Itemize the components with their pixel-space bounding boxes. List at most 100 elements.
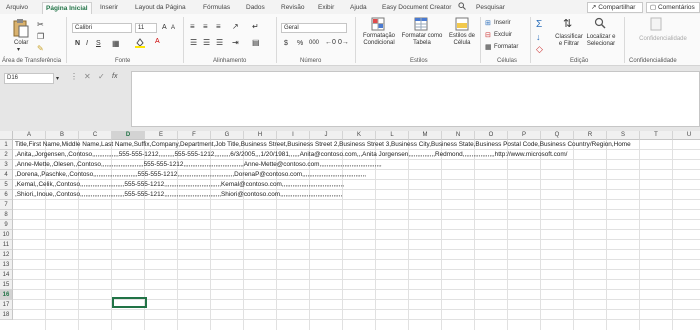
format-as-table-button[interactable]: Formatar como <box>400 33 444 40</box>
cell-a3[interactable]: ,Anne-Mette,,Olesen,,Contoso,,,,,,,,,,,,… <box>15 160 382 170</box>
row-header-12[interactable]: 12 <box>0 250 13 260</box>
sort-filter-icon[interactable]: ⇅ <box>563 17 572 30</box>
search-icon[interactable] <box>458 2 466 14</box>
align-right-icon[interactable]: ☰ <box>216 38 223 47</box>
row-header-3[interactable]: 3 <box>0 160 13 170</box>
wrap-text-icon[interactable]: ↵ <box>252 22 259 31</box>
column-header-e[interactable]: E <box>145 131 178 140</box>
underline-button[interactable]: S <box>96 40 101 47</box>
row-header-13[interactable]: 13 <box>0 260 13 270</box>
percent-button[interactable]: % <box>297 40 303 47</box>
column-header-h[interactable]: H <box>244 131 277 140</box>
merge-center-icon[interactable]: ▤ <box>252 38 260 47</box>
column-header-s[interactable]: S <box>607 131 640 140</box>
copy-icon[interactable]: ❐ <box>37 32 44 41</box>
grow-font-button[interactable]: A <box>162 24 167 31</box>
decrease-decimal-icon[interactable]: 0→ <box>338 39 349 46</box>
row-header-7[interactable]: 7 <box>0 200 13 210</box>
paste-button[interactable]: Colar <box>14 40 28 47</box>
row-header-8[interactable]: 8 <box>0 210 13 220</box>
borders-icon[interactable]: ▦ <box>112 39 120 48</box>
cell-a2[interactable]: ,Anita,,Jorgensen,,Contoso,,,,,,,,,,,,,,… <box>15 150 567 160</box>
cut-icon[interactable]: ✂ <box>37 20 44 29</box>
column-header-u[interactable]: U <box>673 131 700 140</box>
delete-cells-icon[interactable]: ⊟ <box>485 31 491 39</box>
format-painter-icon[interactable]: ✎ <box>37 44 44 53</box>
delete-cells-button[interactable]: Excluir <box>494 32 512 39</box>
row-header-15[interactable]: 15 <box>0 280 13 290</box>
column-header-m[interactable]: M <box>409 131 442 140</box>
cancel-icon[interactable]: ✕ <box>84 72 91 81</box>
paste-icon[interactable] <box>12 18 30 40</box>
row-header-1[interactable]: 1 <box>0 140 13 150</box>
search-box[interactable]: Pesquisar <box>476 2 505 14</box>
cell-a4[interactable]: ,Dorena,,Paschke,,Contoso,,,,,,,,,,,,,,,… <box>15 170 366 180</box>
column-header-n[interactable]: N <box>442 131 475 140</box>
tab-ajuda[interactable]: Ajuda <box>350 2 367 14</box>
tab-layout-da-pagina[interactable]: Layout da Página <box>135 2 186 14</box>
align-center-icon[interactable]: ☰ <box>203 38 210 47</box>
row-header-5[interactable]: 5 <box>0 180 13 190</box>
column-header-a[interactable]: A <box>13 131 46 140</box>
column-header-p[interactable]: P <box>508 131 541 140</box>
format-as-table-icon[interactable] <box>414 17 428 33</box>
column-header-d[interactable]: D <box>112 131 145 140</box>
cell-a6[interactable]: ,Shiori,,Inoue,,Contoso,,,,,,,,,,,,,,,,,… <box>15 190 342 200</box>
clear-icon[interactable]: ◇ <box>536 44 543 55</box>
number-format-select[interactable]: Geral <box>281 23 347 33</box>
tab-inserir[interactable]: Inserir <box>100 2 118 14</box>
align-middle-icon[interactable]: ≡ <box>203 22 208 31</box>
row-header-16[interactable]: 16 <box>0 290 13 300</box>
conditional-formatting-button[interactable]: Formatação <box>360 33 398 40</box>
tab-revisao[interactable]: Revisão <box>281 2 304 14</box>
cell-styles-button[interactable]: Estilos de <box>444 33 480 40</box>
shrink-font-button[interactable]: A <box>171 25 175 32</box>
active-cell[interactable] <box>112 297 147 308</box>
select-all-button[interactable] <box>0 131 13 140</box>
currency-button[interactable]: $ <box>284 40 288 47</box>
tab-arquivo[interactable]: Arquivo <box>6 2 28 14</box>
row-header-18[interactable]: 18 <box>0 310 13 320</box>
insert-cells-icon[interactable]: ⊞ <box>485 19 491 27</box>
format-cells-icon[interactable]: ▦ <box>485 43 492 51</box>
tab-pagina-inicial[interactable]: Página Inicial <box>42 2 92 14</box>
tab-exibir[interactable]: Exibir <box>318 2 334 14</box>
find-select-icon[interactable] <box>594 17 606 31</box>
column-header-r[interactable]: R <box>574 131 607 140</box>
row-header-10[interactable]: 10 <box>0 230 13 240</box>
column-header-q[interactable]: Q <box>541 131 574 140</box>
orientation-icon[interactable]: ↗ <box>232 22 239 31</box>
cell-a1[interactable]: Title,First Name,Middle Name,Last Name,S… <box>15 140 631 150</box>
thousands-button[interactable]: 000 <box>309 40 319 47</box>
sort-filter-button[interactable]: Classificar <box>553 34 585 41</box>
indent-icon[interactable]: ⇥ <box>232 38 239 47</box>
column-header-k[interactable]: K <box>343 131 376 140</box>
formula-input[interactable] <box>131 71 700 127</box>
cell-a5[interactable]: ,Kemal,,Celik,,Contoso,,,,,,,,,,,,,,,,,,… <box>15 180 344 190</box>
find-select-button[interactable]: Localizar e <box>584 34 618 41</box>
fill-icon[interactable]: ↓ <box>536 32 541 42</box>
row-header-14[interactable]: 14 <box>0 270 13 280</box>
column-header-o[interactable]: O <box>475 131 508 140</box>
insert-function-button[interactable]: fx <box>112 73 117 80</box>
tab-formulas[interactable]: Fórmulas <box>203 2 230 14</box>
confidentiality-icon[interactable] <box>650 17 662 33</box>
column-header-j[interactable]: J <box>310 131 343 140</box>
paste-dropdown-icon[interactable]: ▾ <box>17 47 20 54</box>
align-left-icon[interactable]: ☰ <box>190 38 197 47</box>
italic-button[interactable]: I <box>86 40 88 47</box>
spreadsheet-grid[interactable]: ABCDEFGHIJKLMNOPQRSTU 1 2 3 4 5 6 7 8 9 10 11 12 13 1… <box>0 131 700 330</box>
share-button[interactable]: ↗ Compartilhar <box>587 2 643 13</box>
name-box-dropdown-icon[interactable]: ▾ <box>56 75 59 82</box>
fill-color-icon[interactable] <box>135 38 145 50</box>
row-header-2[interactable]: 2 <box>0 150 13 160</box>
row-header-17[interactable]: 17 <box>0 300 13 310</box>
column-header-f[interactable]: F <box>178 131 211 140</box>
column-header-i[interactable]: I <box>277 131 310 140</box>
column-header-l[interactable]: L <box>376 131 409 140</box>
font-size-select[interactable]: 11 <box>135 23 157 33</box>
confidentiality-button[interactable]: Confidencialidade <box>628 36 698 43</box>
insert-cells-button[interactable]: Inserir <box>494 20 511 27</box>
align-bottom-icon[interactable]: ≡ <box>216 22 221 31</box>
comments-button[interactable]: ▢ Comentários <box>646 2 700 13</box>
